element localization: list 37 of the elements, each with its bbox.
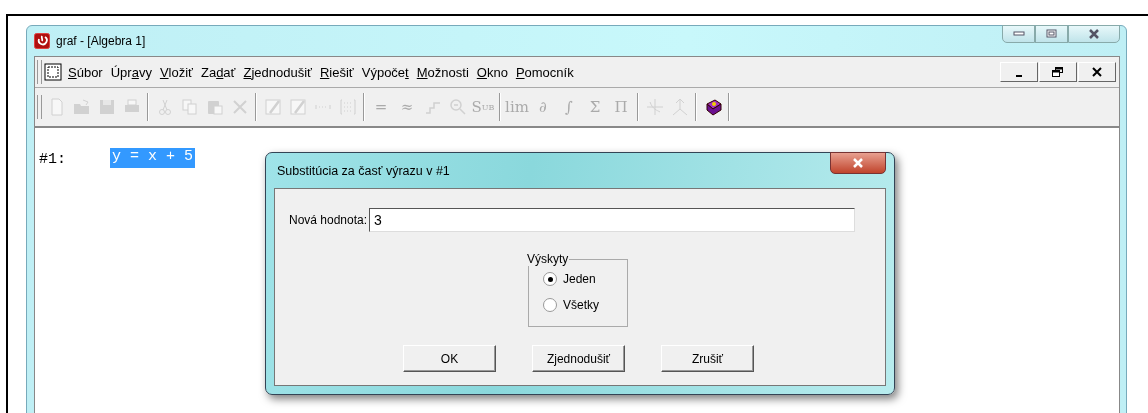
menu-item[interactable]: Možnosti bbox=[412, 64, 473, 80]
menu-item[interactable]: Súbor bbox=[64, 64, 107, 80]
expression-label: #1: bbox=[39, 150, 66, 168]
minimize-icon bbox=[1012, 31, 1025, 37]
minimize-button[interactable] bbox=[1002, 25, 1035, 43]
close-button[interactable] bbox=[830, 152, 886, 174]
close-icon bbox=[1092, 67, 1102, 77]
dialog-title: Substitúcia za časť výrazu v #1 bbox=[276, 163, 450, 178]
dialog-button[interactable]: Zrušiť bbox=[661, 345, 754, 372]
menu-item[interactable]: Zjednodušiť bbox=[239, 64, 316, 80]
maximize-icon bbox=[1045, 29, 1058, 39]
menu-item[interactable]: Riešiť bbox=[315, 64, 358, 80]
close-button[interactable] bbox=[1068, 25, 1120, 43]
dialog-button[interactable]: OK bbox=[403, 345, 496, 372]
dialog-button[interactable]: Zjednodušiť bbox=[532, 345, 625, 372]
menu-item[interactable]: Výpočet bbox=[357, 64, 413, 80]
maximize-button[interactable] bbox=[1035, 25, 1068, 43]
close-icon bbox=[852, 158, 864, 168]
value-input-field[interactable]: 3 bbox=[369, 208, 856, 232]
menu-item[interactable]: Zadať bbox=[196, 64, 240, 80]
field-label: Nová hodnota: bbox=[289, 213, 368, 227]
window-title: graf - [Algebra 1] bbox=[56, 34, 146, 48]
radio-button[interactable] bbox=[543, 298, 557, 312]
app-logo-icon bbox=[34, 33, 50, 49]
minimize-icon bbox=[1016, 74, 1022, 77]
radio-button[interactable] bbox=[543, 272, 557, 286]
document-icon[interactable] bbox=[44, 63, 62, 81]
group-title: Výskyty bbox=[526, 252, 570, 266]
radio-label[interactable]: Jeden bbox=[563, 272, 596, 286]
restore-icon bbox=[1052, 67, 1064, 77]
restore-button[interactable] bbox=[1039, 62, 1077, 82]
menu-item[interactable]: Okno bbox=[472, 64, 512, 80]
menu-item[interactable]: Úpravy bbox=[106, 64, 156, 80]
close-icon bbox=[1088, 29, 1100, 39]
menu-item[interactable]: Vložiť bbox=[155, 64, 197, 80]
radio-label[interactable]: Všetky bbox=[563, 298, 599, 312]
menu-item[interactable]: Pomocník bbox=[511, 64, 578, 80]
